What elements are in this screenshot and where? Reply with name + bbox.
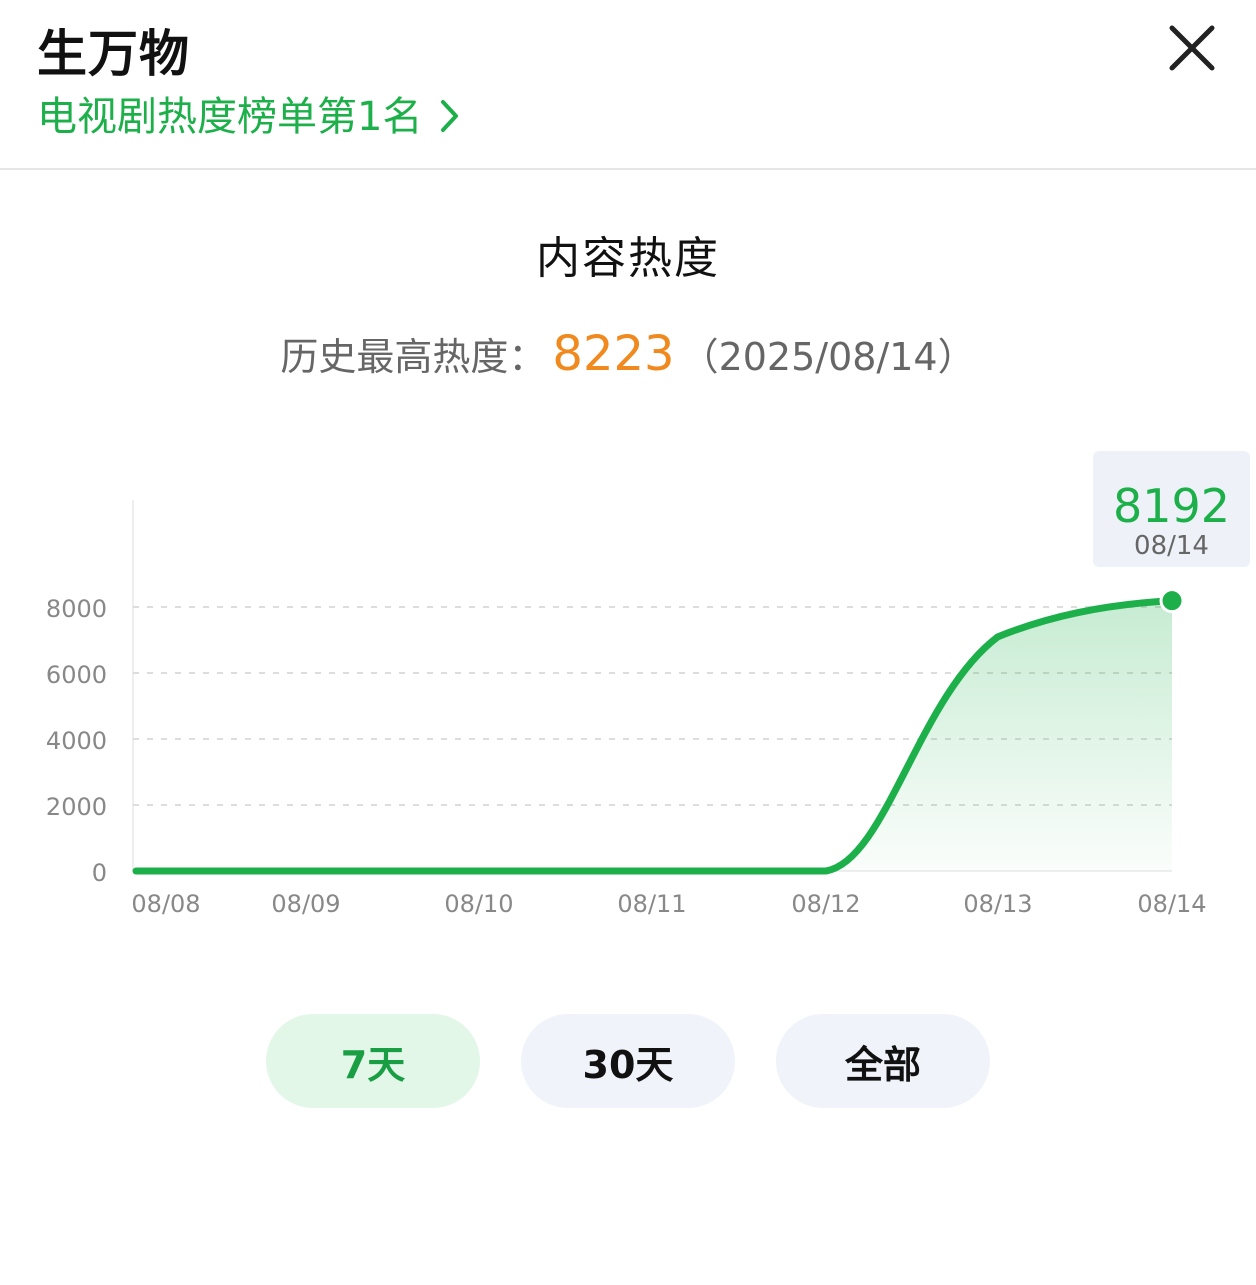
peak-date: （2025/08/14） bbox=[680, 335, 976, 379]
x-tick-label: 08/10 bbox=[444, 890, 513, 918]
range-tab-7d[interactable]: 7天 bbox=[266, 1014, 480, 1108]
heat-chart: 0 2000 4000 6000 8000 08/08 08/09 08/10 08/11 08/… bbox=[46, 500, 1207, 918]
rank-text: 电视剧热度榜单第1名 bbox=[37, 94, 423, 140]
range-tabs: 7天 30天 全部 bbox=[266, 1014, 990, 1108]
highlight-point bbox=[1159, 588, 1185, 614]
range-tab-all[interactable]: 全部 bbox=[776, 1014, 990, 1108]
peak-label: 历史最高热度： bbox=[280, 335, 547, 379]
close-icon[interactable] bbox=[1166, 22, 1218, 74]
peak-row: 历史最高热度： 8223 （2025/08/14） bbox=[0, 326, 1256, 382]
rank-link[interactable]: 电视剧热度榜单第1名 bbox=[37, 84, 460, 142]
header: 生万物 电视剧热度榜单第1名 bbox=[0, 0, 1256, 170]
x-tick-label: 08/14 bbox=[1137, 890, 1206, 918]
x-tick-label: 08/13 bbox=[963, 890, 1032, 918]
section-title: 内容热度 bbox=[536, 233, 720, 284]
peak-value: 8223 bbox=[552, 326, 675, 382]
y-tick-label: 4000 bbox=[46, 727, 107, 755]
show-title: 生万物 bbox=[37, 25, 190, 83]
x-tick-label: 08/08 bbox=[131, 890, 200, 918]
series-area bbox=[136, 600, 1172, 871]
y-tick-label: 6000 bbox=[46, 661, 107, 689]
x-tick-label: 08/12 bbox=[791, 890, 860, 918]
x-tick-label: 08/09 bbox=[271, 890, 340, 918]
x-tick-label: 08/11 bbox=[617, 890, 686, 918]
y-tick-label: 8000 bbox=[46, 595, 107, 623]
tooltip-date: 08/14 bbox=[1134, 531, 1209, 561]
y-tick-label: 0 bbox=[92, 859, 107, 887]
chevron-right-icon bbox=[441, 100, 459, 132]
tooltip-value: 8192 bbox=[1112, 479, 1231, 533]
chart-tooltip: 8192 08/14 bbox=[1093, 451, 1250, 567]
y-tick-label: 2000 bbox=[46, 793, 107, 821]
range-tab-30d[interactable]: 30天 bbox=[521, 1014, 735, 1108]
